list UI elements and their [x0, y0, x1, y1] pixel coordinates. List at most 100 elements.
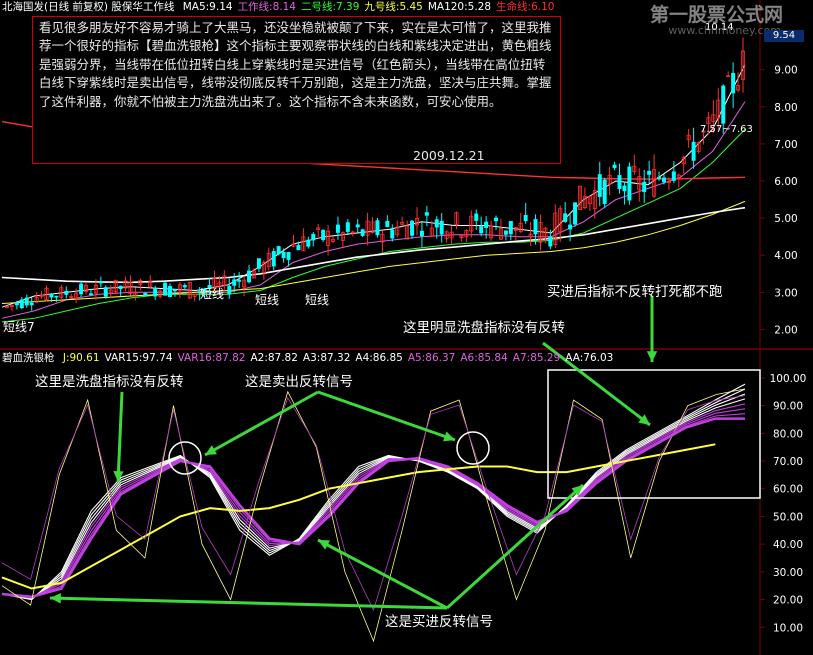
- indicator-panel[interactable]: [1, 383, 746, 643]
- ind-tick-label-3: 40.00: [773, 539, 803, 551]
- price-header: 北海国发(日线 前复权) 股保华工作线 MA5:9.14 工作线:8.14 二号线:…: [2, 0, 564, 14]
- price-tick-label-3: 5.00: [774, 213, 797, 225]
- candle-body-56: [281, 251, 286, 259]
- candle-body-64: [321, 229, 326, 241]
- candle-body-85: [424, 212, 429, 216]
- candle-body-19: [98, 281, 103, 284]
- candle-body-10: [54, 295, 59, 298]
- candle-body-75: [375, 220, 380, 236]
- candle-body-113: [563, 213, 568, 222]
- candle-body-84: [419, 230, 424, 237]
- candle-body-135: [671, 171, 676, 181]
- candle-body-72: [360, 229, 365, 236]
- candle-body-133: [661, 177, 666, 183]
- ma-value-0: MA5:9.14: [182, 1, 233, 13]
- ma-value-4: MA120:5.28: [427, 1, 492, 13]
- candle-body-123: [612, 164, 617, 169]
- candle-body-17: [88, 293, 93, 296]
- ind-tick-label-0: 10.00: [773, 622, 803, 634]
- candle-body-95: [474, 213, 479, 221]
- candle-body-36: [182, 285, 187, 288]
- indicator-value-0: J:90.61: [62, 352, 100, 364]
- candle-body-59: [296, 245, 301, 251]
- candle-body-33: [168, 286, 173, 297]
- arrow-buy-1-head: [50, 593, 61, 604]
- explanation-note: 看见很多朋友好不容易才骑上了大黑马，还没坐稳就被颠了下来，实在是太可惜了，这里我…: [32, 16, 561, 164]
- j-line: [1, 388, 746, 643]
- arrow-buy-hold-head: [646, 351, 658, 362]
- ind-tick-label-4: 50.00: [773, 511, 803, 523]
- candle-body-61: [306, 239, 311, 247]
- candle-body-102: [508, 220, 513, 235]
- candle-body-87: [434, 219, 439, 228]
- callout-buy-hold: 买进后指标不反转打死都不跑: [547, 284, 723, 300]
- candle-body-129: [642, 181, 647, 193]
- candle-body-51: [256, 258, 261, 269]
- callout-buy-signal: 这是买进反转信号: [385, 614, 493, 630]
- indicator-title: 碧血洗银枪: [2, 352, 55, 364]
- arrow-washout-left-shaft: [116, 391, 124, 483]
- ma-value-3: 九号线:5.45: [364, 1, 423, 13]
- candle-body-5: [29, 302, 34, 306]
- candle-body-12: [64, 290, 69, 295]
- ind-tick-label-5: 60.00: [773, 484, 803, 496]
- callout-sell-signal: 这是卖出反转信号: [245, 374, 353, 390]
- candle-body-126: [627, 166, 632, 201]
- price-tick-label-0: 2.00: [774, 324, 797, 336]
- indicator-value-8: A7:85.29: [512, 352, 561, 364]
- candle-body-67: [335, 224, 340, 233]
- candle-body-15: [79, 283, 84, 295]
- arrow-sell-1-shaft: [204, 390, 319, 457]
- candle-body-96: [479, 226, 484, 234]
- candle-body-115: [573, 202, 578, 225]
- ma-value-2: 二号线:7.39: [300, 1, 360, 13]
- note-date: 2009.12.21: [413, 148, 485, 163]
- short-line-label-1: 短线: [255, 293, 279, 307]
- arrow-buy-2-shaft: [317, 538, 448, 610]
- candle-body-54: [271, 251, 276, 267]
- candle-body-120: [597, 174, 602, 197]
- candle-body-46: [232, 279, 237, 286]
- ind-tick-label-6: 70.00: [773, 456, 803, 468]
- candle-body-147: [731, 72, 736, 94]
- candle-body-45: [227, 286, 232, 295]
- ind-tick-label-2: 30.00: [773, 567, 803, 579]
- candle-body-28: [143, 292, 148, 297]
- price-tick-label-5: 7.00: [774, 139, 797, 151]
- arrow-buy-3-shaft: [445, 483, 585, 610]
- range-label: 7.57~7.63: [700, 124, 753, 135]
- left-short-line-label: 短线7: [3, 320, 35, 334]
- candle-body-121: [602, 179, 607, 204]
- indicator-value-1: VAR15:97.74: [104, 352, 173, 364]
- candle-body-23: [118, 285, 123, 290]
- candle-body-78: [390, 229, 395, 239]
- arrow-washout-left-head: [113, 470, 124, 482]
- annotation-layer: [49, 296, 761, 610]
- indicator-value-7: A6:85.84: [460, 352, 508, 364]
- candle-body-69: [345, 222, 350, 232]
- indicator-header: 碧血洗银枪 J:90.61 VAR15:97.74 VAR16:87.82 A2:87…: [2, 351, 623, 365]
- arrow-buy-1-shaft: [49, 596, 448, 610]
- arrow-sell-2-shaft: [317, 390, 456, 442]
- price-line-4: [1, 206, 746, 284]
- candle-body-124: [617, 175, 622, 189]
- current-price-tag: 9.54: [764, 30, 804, 42]
- callout-washout-left: 这里是洗盘指标没有反转: [35, 374, 184, 390]
- ind-tick-label-9: 100.00: [770, 373, 807, 385]
- candle-body-57: [286, 252, 291, 260]
- candle-body-145: [721, 85, 726, 124]
- indicator-value-9: AA:76.03: [565, 352, 614, 364]
- ma-value-1: 工作线:8.14: [237, 1, 296, 13]
- candle-body-47: [237, 279, 242, 282]
- watermark-title: 第一股票公式网: [649, 4, 783, 26]
- candle-body-101: [503, 230, 508, 235]
- note-text: 看见很多朋友好不容易才骑上了大黑马，还没坐稳就被颠了下来，实在是太可惜了，这里我…: [39, 20, 552, 109]
- candle-body-32: [163, 282, 168, 296]
- candle-body-9: [49, 293, 54, 298]
- candle-body-34: [172, 289, 177, 292]
- candle-body-3: [19, 299, 24, 309]
- candle-body-114: [568, 224, 573, 230]
- candle-body-125: [622, 185, 627, 192]
- candle-body-30: [153, 287, 158, 297]
- candle-body-82: [410, 220, 415, 236]
